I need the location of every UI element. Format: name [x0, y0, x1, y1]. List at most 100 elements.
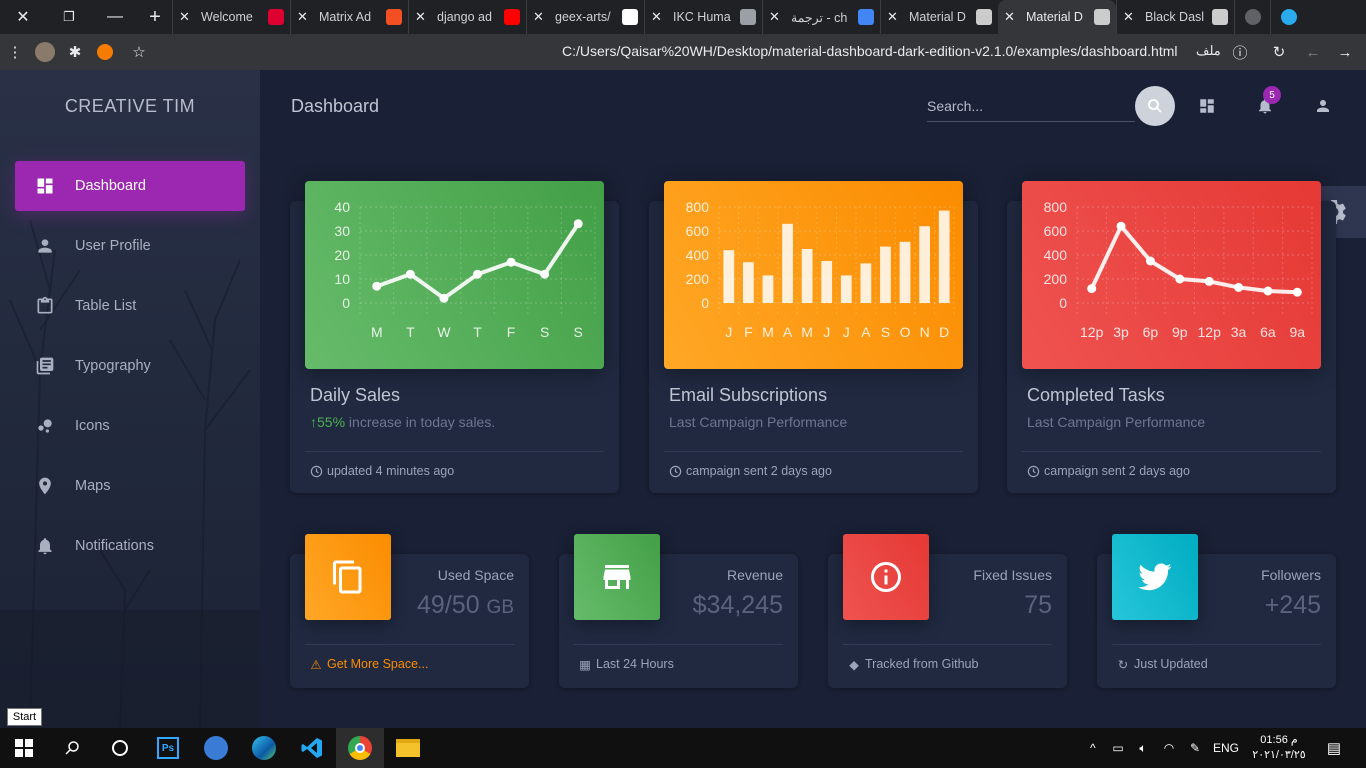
close-tab-icon[interactable]: ✕	[887, 9, 901, 25]
file-explorer-taskbar-button[interactable]	[384, 728, 432, 768]
bookmark-star-icon[interactable]: ☆	[124, 34, 154, 70]
data-point[interactable]	[1116, 221, 1126, 231]
data-point[interactable]	[405, 269, 415, 279]
data-point[interactable]	[439, 293, 449, 303]
extension-orange-icon[interactable]	[90, 34, 120, 70]
bar[interactable]	[742, 262, 754, 303]
data-point[interactable]	[1204, 276, 1214, 286]
bar[interactable]	[919, 226, 931, 303]
bar[interactable]	[762, 275, 774, 303]
data-point[interactable]	[540, 269, 550, 279]
vscode-taskbar-button[interactable]	[288, 728, 336, 768]
battery-icon[interactable]: ▭	[1106, 741, 1130, 755]
bar[interactable]	[899, 241, 911, 303]
page-title[interactable]: Dashboard	[291, 96, 379, 117]
tab-globe[interactable]	[1234, 0, 1270, 34]
browser-tab[interactable]: ✕ Matrix Ad	[290, 0, 408, 34]
data-point[interactable]	[1087, 284, 1097, 294]
close-tab-icon[interactable]: ✕	[297, 9, 311, 25]
data-point[interactable]	[1234, 282, 1244, 292]
browser-tab[interactable]: ✕ Material D	[880, 0, 998, 34]
sidebar-item-icons[interactable]: Icons	[15, 401, 245, 451]
close-tab-icon[interactable]: ✕	[1004, 9, 1018, 25]
browser-tab[interactable]: ✕ geex-arts/	[526, 0, 644, 34]
browser-tab[interactable]: ✕ django ad	[408, 0, 526, 34]
close-tab-icon[interactable]: ✕	[1123, 9, 1137, 25]
forward-icon[interactable]: ←	[1298, 34, 1328, 70]
bar[interactable]	[723, 250, 735, 303]
menu-dots-icon[interactable]: ⋮	[0, 34, 30, 70]
sidebar-item-dashboard[interactable]: Dashboard	[15, 161, 245, 211]
stat-value: 75	[1024, 591, 1052, 620]
stat-footer[interactable]: ⚠ Get More Space...	[309, 657, 428, 672]
window-restore-button[interactable]: ❐	[46, 0, 92, 34]
bar[interactable]	[880, 246, 891, 303]
bar[interactable]	[938, 210, 950, 303]
data-point[interactable]	[1263, 286, 1273, 296]
new-tab-button[interactable]: +	[138, 0, 172, 34]
sidebar-item-table-list[interactable]: Table List	[15, 281, 245, 331]
browser-tab[interactable]: ✕ ترجمة - ch	[762, 0, 880, 34]
browser-tab[interactable]: ✕ Welcome	[172, 0, 290, 34]
search-input[interactable]	[927, 92, 1135, 120]
search-taskbar-button[interactable]	[48, 728, 96, 768]
brand-logo-text[interactable]: CREATIVE TIM	[0, 96, 260, 117]
search-button[interactable]	[1135, 86, 1175, 126]
clock[interactable]: 01:56 م ٢٠٢١/٠٣/٢٥	[1244, 733, 1314, 763]
close-tab-icon[interactable]: ✕	[179, 9, 193, 25]
data-point[interactable]	[1175, 274, 1185, 284]
cortana-button[interactable]	[96, 728, 144, 768]
pen-icon[interactable]: ✎	[1182, 741, 1208, 755]
stat-value: 49/50 GB	[417, 591, 514, 620]
volume-icon[interactable]: 🔈︎	[1130, 741, 1156, 756]
bar[interactable]	[821, 261, 833, 303]
apps-grid-button[interactable]	[1195, 96, 1219, 116]
data-point[interactable]	[1292, 287, 1302, 297]
close-tab-icon[interactable]: ✕	[415, 9, 429, 25]
edge-taskbar-button[interactable]	[240, 728, 288, 768]
globe-icon	[1245, 9, 1261, 25]
account-button[interactable]	[1311, 96, 1335, 116]
app-taskbar-button[interactable]	[192, 728, 240, 768]
site-info-icon[interactable]: ⓘ	[1225, 34, 1255, 70]
card-title: Email Subscriptions	[669, 385, 828, 405]
subtitle-text: Last Campaign Performance	[1027, 414, 1206, 430]
chevron-up-icon[interactable]: ^	[1090, 741, 1106, 755]
input-language[interactable]: ENG	[1208, 741, 1244, 755]
data-point[interactable]	[1145, 256, 1155, 266]
sidebar-item-user-profile[interactable]: User Profile	[15, 221, 245, 271]
extensions-icon[interactable]: ✱	[60, 34, 90, 70]
bar[interactable]	[840, 275, 852, 303]
profile-avatar[interactable]	[30, 34, 60, 70]
browser-tab[interactable]: ✕ Black Dasl	[1116, 0, 1234, 34]
action-center-icon[interactable]: ▤	[1314, 739, 1354, 757]
sidebar-item-notifications[interactable]: Notifications	[15, 521, 245, 571]
sidebar-item-maps[interactable]: Maps	[15, 461, 245, 511]
tab-telegram[interactable]	[1270, 0, 1300, 34]
stat-value-number: +245	[1264, 591, 1321, 619]
close-tab-icon[interactable]: ✕	[651, 9, 665, 25]
sidebar-item-typography[interactable]: Typography	[15, 341, 245, 391]
bar[interactable]	[801, 249, 813, 303]
close-tab-icon[interactable]: ✕	[533, 9, 547, 25]
window-minimize-button[interactable]: —	[92, 0, 138, 34]
bar[interactable]	[782, 223, 793, 303]
person-icon	[35, 236, 55, 256]
reload-icon[interactable]: ↻	[1264, 34, 1294, 70]
wifi-icon[interactable]: ◠	[1156, 741, 1182, 755]
browser-tab[interactable]: ✕ IKC Huma	[644, 0, 762, 34]
data-point[interactable]	[506, 257, 516, 267]
data-point[interactable]	[573, 219, 583, 229]
bar[interactable]	[860, 263, 872, 303]
start-button[interactable]	[0, 728, 48, 768]
close-tab-icon[interactable]: ✕	[769, 9, 783, 25]
data-point[interactable]	[473, 269, 482, 279]
url-text[interactable]: C:/Users/Qaisar%20WH/Desktop/material-da…	[562, 43, 1178, 59]
data-point[interactable]	[372, 281, 382, 291]
card-divider	[1112, 644, 1321, 645]
window-close-button[interactable]: ✕	[0, 0, 46, 34]
chrome-taskbar-button[interactable]	[336, 728, 384, 768]
browser-tab[interactable]: ✕ Material D	[998, 0, 1116, 34]
photoshop-taskbar-button[interactable]: Ps	[144, 728, 192, 768]
back-icon[interactable]: →	[1330, 34, 1360, 70]
